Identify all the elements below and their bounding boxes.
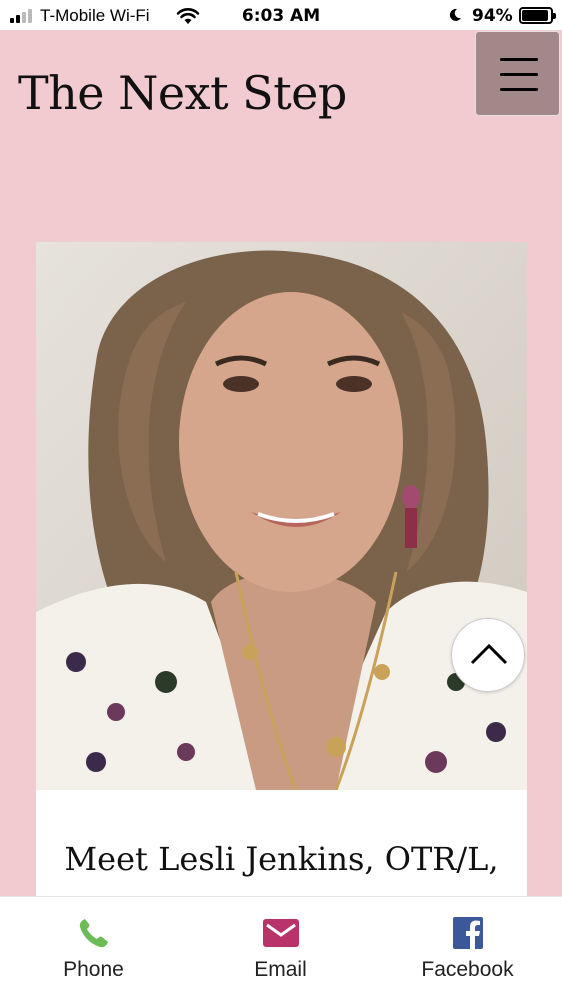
scroll-to-top-button[interactable] [451, 618, 525, 692]
menu-bar-icon [500, 88, 538, 91]
hamburger-menu-button[interactable] [475, 31, 560, 116]
battery-icon [519, 7, 556, 24]
email-label: Email [254, 958, 307, 981]
bottom-action-bar: Phone Email Facebook [0, 896, 562, 1000]
profile-photo [36, 242, 527, 790]
status-bar: T-Mobile Wi-Fi 6:03 AM 94% [0, 0, 562, 30]
phone-label: Phone [63, 958, 124, 981]
email-button[interactable]: Email [187, 897, 374, 1000]
site-title[interactable]: The Next Step [18, 66, 347, 120]
intro-card: Meet Lesli Jenkins, OTR/L, [36, 790, 527, 910]
facebook-label: Facebook [421, 958, 514, 981]
moon-icon [449, 8, 461, 21]
phone-button[interactable]: Phone [0, 897, 187, 1000]
phone-icon [79, 919, 108, 948]
facebook-icon [452, 917, 483, 949]
menu-bar-icon [500, 73, 538, 76]
facebook-button[interactable]: Facebook [374, 897, 561, 1000]
envelope-icon [262, 919, 299, 947]
battery-percent: 94% [472, 6, 513, 26]
chevron-up-icon [470, 643, 508, 665]
menu-bar-icon [500, 58, 538, 61]
card-heading: Meet Lesli Jenkins, OTR/L, [64, 840, 499, 878]
